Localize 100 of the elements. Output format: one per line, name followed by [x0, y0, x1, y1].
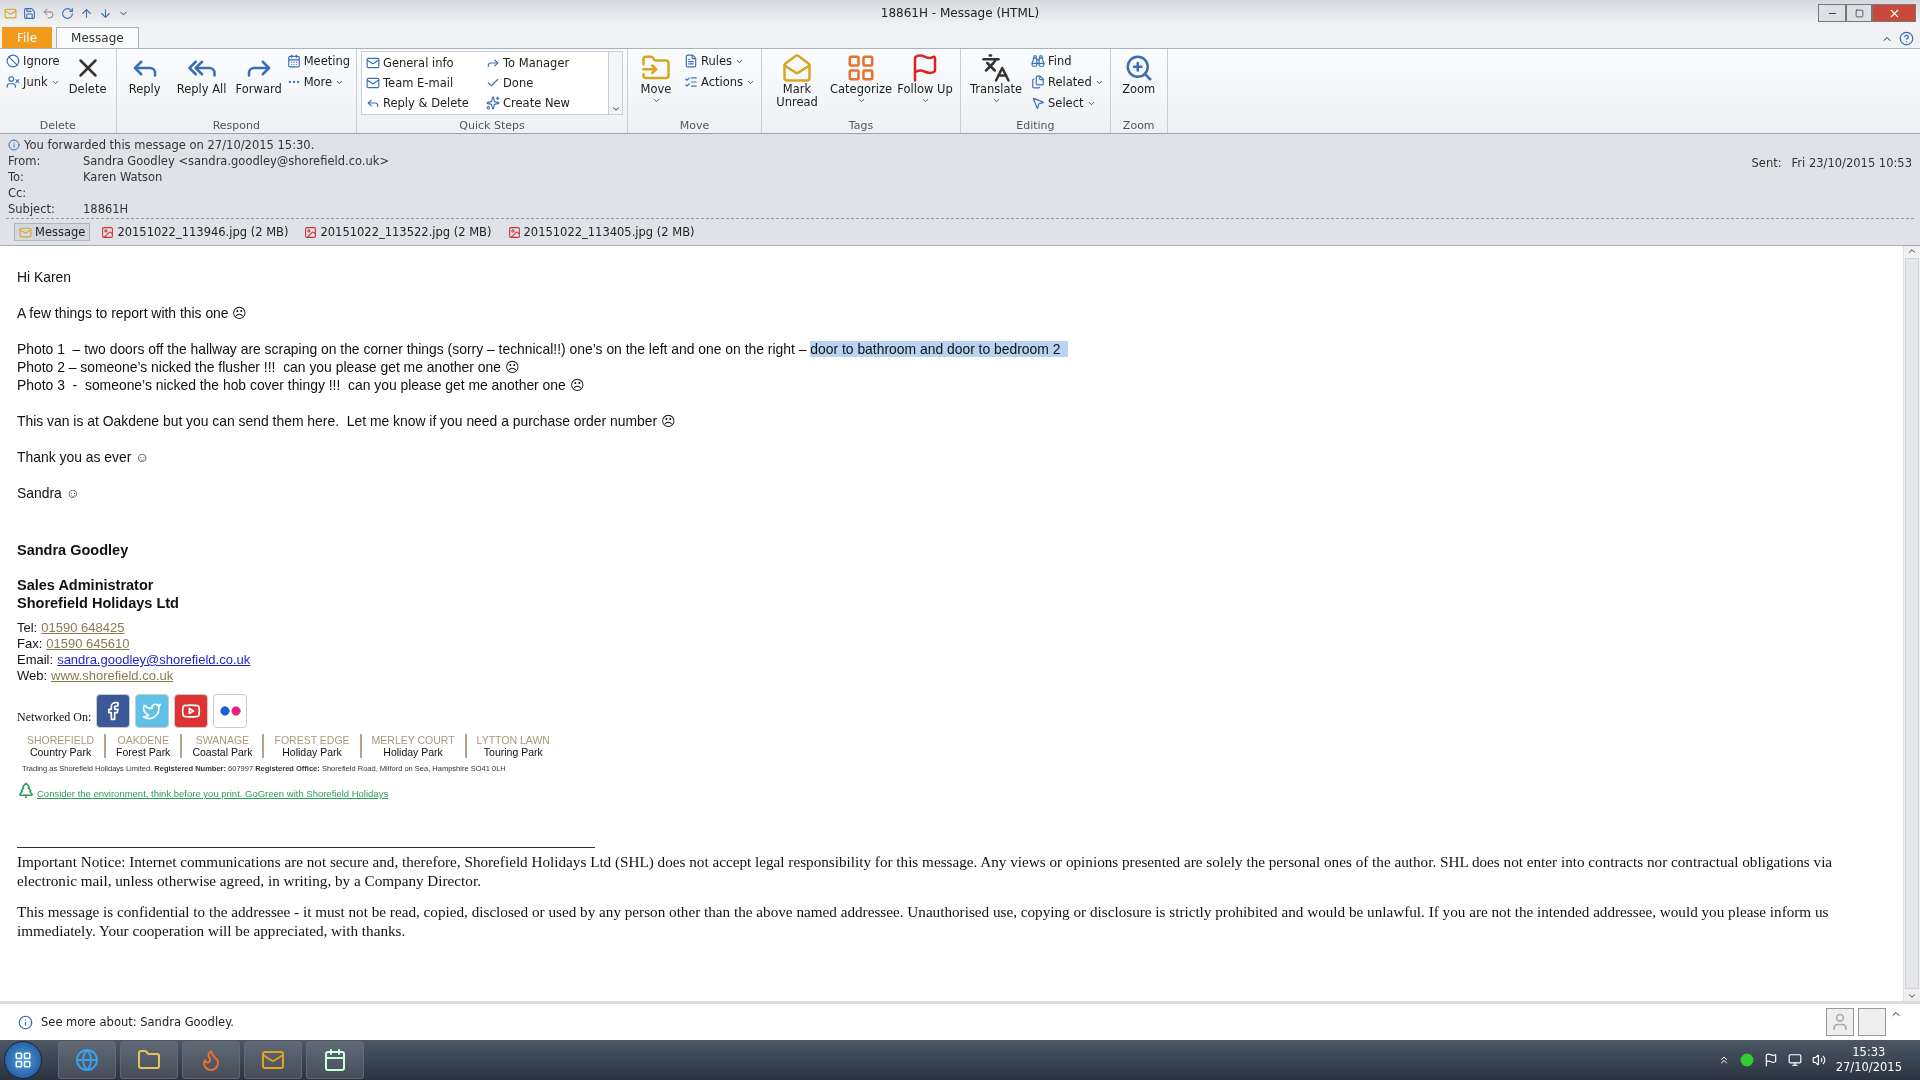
ribbon-button[interactable]: Delete — [63, 51, 112, 98]
scroll-down-icon[interactable] — [1907, 991, 1917, 1001]
undo-icon[interactable] — [42, 6, 55, 20]
contact-avatar[interactable] — [1826, 1008, 1854, 1036]
park-name: SWANAGE — [195, 734, 250, 746]
contact-link[interactable]: sandra.goodley@shorefield.co.uk — [57, 652, 251, 668]
contact-link[interactable]: 01590 648425 — [41, 620, 125, 636]
calendar-icon — [323, 1048, 347, 1072]
arrow-down-icon[interactable] — [99, 6, 112, 20]
header-label: To: — [8, 170, 25, 184]
two-dots-icon[interactable] — [213, 694, 248, 728]
park-type: Touring Park — [483, 746, 543, 758]
message-paragraph: A few things to report with this one ☹ — [17, 304, 249, 322]
ribbon-button[interactable]: Translate — [965, 51, 1028, 107]
folder-icon — [137, 1048, 161, 1072]
status-dot-icon[interactable] — [1739, 1053, 1754, 1067]
redo-icon[interactable] — [61, 6, 74, 20]
taskbar-app[interactable] — [306, 1041, 364, 1079]
image-file-icon — [507, 225, 521, 239]
ribbon-button[interactable]: Forward — [234, 51, 283, 98]
park-name: LYTTON LAWN — [476, 734, 550, 746]
attachment-tab[interactable]: 20151022_113946.jpg (2 MB) — [96, 223, 294, 241]
close-button[interactable] — [1872, 4, 1916, 22]
caret-icon — [610, 104, 621, 114]
ribbon-button[interactable]: Reply All — [170, 51, 233, 98]
contact-label: Web: — [17, 668, 48, 684]
ribbon-button[interactable]: Select — [1029, 93, 1106, 113]
ribbon-button[interactable]: Rules — [682, 51, 758, 71]
park-type: Forest Park — [116, 746, 171, 758]
group-label: Zoom — [1121, 119, 1156, 133]
ribbon-button[interactable]: To Manager — [484, 53, 604, 73]
ribbon-button[interactable]: Mark Unread — [766, 51, 829, 111]
help-icon[interactable] — [1899, 31, 1914, 46]
scrollbar[interactable] — [1903, 246, 1920, 1001]
message-paragraph: Sandra ☺ — [17, 484, 81, 502]
taskbar-app[interactable] — [120, 1041, 178, 1079]
contact-link[interactable]: www.shorefield.co.uk — [51, 668, 174, 684]
ribbon-button[interactable]: Related — [1029, 72, 1106, 92]
environment-link[interactable]: Consider the environment, think before you print. GoGreen with Shorefield Holidays — [37, 788, 389, 799]
ribbon-button[interactable]: Reply — [120, 51, 169, 98]
ribbon-button[interactable]: Reply & Delete — [364, 93, 484, 113]
open-envelope-icon — [782, 53, 813, 83]
contact-link[interactable]: 01590 645610 — [46, 636, 130, 652]
ribbon-button[interactable]: Create New — [484, 93, 604, 113]
taskbar-app[interactable] — [244, 1041, 302, 1079]
ribbon-button[interactable]: Actions — [682, 72, 758, 92]
ribbon-button[interactable]: More — [284, 72, 352, 92]
translate-icon — [981, 53, 1012, 83]
flag-icon[interactable] — [1763, 1053, 1778, 1067]
documents-icon — [1031, 75, 1046, 89]
clock[interactable]: 15:33 27/10/2015 — [1835, 1045, 1902, 1075]
group-label: Editing — [1015, 119, 1056, 133]
ribbon-button[interactable]: General info — [364, 53, 484, 73]
ribbon-button[interactable]: Junk — [4, 72, 62, 92]
save-icon[interactable] — [23, 6, 36, 20]
envelope-icon — [366, 56, 380, 70]
message-paragraph: Photo 2 – someone’s nicked the flusher !!! can you please get me another one ☹ — [17, 358, 521, 376]
arrow-up-icon[interactable] — [80, 6, 93, 20]
ribbon-button[interactable]: Categorize — [830, 51, 893, 107]
facebook-icon[interactable] — [96, 694, 131, 728]
video-play-icon[interactable] — [174, 694, 209, 728]
park-name: SHOREFIELD — [27, 734, 95, 746]
group-label: Quick Steps — [458, 119, 526, 133]
ribbon-button[interactable]: Team E-mail — [364, 73, 484, 93]
header-label: Cc: — [8, 186, 28, 200]
attachment-tab[interactable]: 20151022_113405.jpg (2 MB) — [502, 223, 700, 241]
ribbon-button[interactable]: Done — [484, 73, 604, 93]
header-value: Karen Watson — [83, 170, 164, 184]
attachment-tab[interactable]: Message — [14, 223, 91, 241]
scroll-up-icon[interactable] — [1907, 246, 1917, 256]
windows-icon — [14, 1051, 32, 1069]
start-button[interactable] — [4, 1041, 42, 1079]
blocked-icon — [6, 54, 20, 68]
group-label: Move — [678, 119, 711, 133]
ribbon-button[interactable]: Move — [632, 51, 680, 107]
disclaimer-paragraph: Important Notice: Internet communications are not secure and, therefore, Shorefield Holidays Ltd (SHL) does not accept legal responsibility for this message. Any views or opinions presented are solely the personal ones of the author. SHL does not enter into contracts nor contractual obligations via electronic mail, unless otherwise agreed, in writing, by a Company Director. — [17, 852, 1834, 890]
header-label: Sent: — [1751, 156, 1782, 172]
info-icon — [18, 1014, 33, 1030]
contact-label: Tel: — [17, 620, 38, 636]
ribbon-button[interactable]: Find — [1029, 51, 1106, 71]
message-paragraph: Photo 3 - someone’s nicked the hob cover thingy !!! can you please get me another one ☹ — [17, 376, 586, 394]
restore-button[interactable] — [1846, 4, 1872, 22]
network-icon[interactable] — [1787, 1053, 1802, 1067]
speaker-icon[interactable] — [1811, 1053, 1826, 1067]
envelope-icon — [366, 76, 380, 90]
ribbon-button[interactable]: Meeting — [284, 51, 352, 71]
header-label: From: — [8, 154, 42, 168]
attachment-tab[interactable]: 20151022_113522.jpg (2 MB) — [299, 223, 497, 241]
park-name: FOREST EDGE — [274, 734, 350, 746]
ribbon-button[interactable]: Follow Up — [894, 51, 957, 107]
envelope-icon — [261, 1048, 285, 1072]
image-file-icon — [101, 225, 115, 239]
park-name: OAKDENE — [117, 734, 169, 746]
ribbon-button[interactable]: Zoom — [1114, 51, 1163, 98]
minimize-button[interactable] — [1818, 4, 1846, 22]
person-icon — [1830, 1012, 1850, 1032]
photo-placeholder[interactable] — [1858, 1008, 1886, 1036]
ribbon-tab[interactable]: Message — [56, 27, 139, 48]
ribbon-button[interactable]: Ignore — [4, 51, 62, 71]
group-label: Tags — [847, 119, 875, 133]
